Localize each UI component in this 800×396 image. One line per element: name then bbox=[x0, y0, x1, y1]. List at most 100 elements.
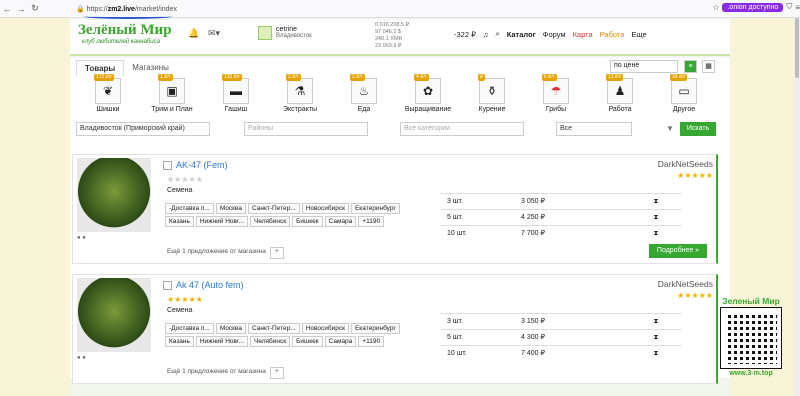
plus-button[interactable]: + bbox=[269, 247, 284, 259]
category-badge: 13 ₽/г bbox=[606, 74, 624, 81]
more-cities-tag[interactable]: +1190 bbox=[358, 336, 385, 347]
hourglass-icon: ⧗ bbox=[653, 214, 659, 221]
onion-button[interactable]: .onion доступно bbox=[722, 2, 784, 12]
seller-name[interactable]: DarkNetSeeds bbox=[613, 279, 713, 289]
url-host: zm2.live bbox=[107, 5, 135, 13]
city-tags: -Доставка п... Москва Санкт-Петер... Нов… bbox=[165, 323, 415, 347]
sort-select[interactable]: по цене bbox=[610, 60, 678, 73]
city-tag[interactable]: Москва bbox=[215, 323, 247, 334]
category-item[interactable]: ✿ 4 ₽/г Выращивание bbox=[398, 74, 458, 113]
category-item[interactable]: ♨ 2 ₽/г Еда bbox=[334, 74, 394, 113]
cart-value[interactable]: -322 ₽ bbox=[454, 30, 476, 39]
category-select[interactable]: Все категории bbox=[400, 122, 524, 136]
type-select[interactable]: Все bbox=[556, 122, 632, 136]
hourglass-icon: ⧗ bbox=[653, 230, 659, 237]
price-row[interactable]: 5 шт. 4 300 ₽ ⧗ bbox=[441, 329, 681, 345]
city-tag[interactable]: Казань bbox=[165, 336, 194, 347]
city-tag[interactable]: Бишкек bbox=[292, 216, 323, 227]
nav-forum[interactable]: Форум bbox=[543, 30, 566, 39]
user-menu[interactable]: cetrine Владивосток bbox=[258, 26, 312, 40]
category-item[interactable]: ❦ 172 ₽/г Шишки bbox=[78, 74, 138, 113]
music-icon[interactable]: ♫ bbox=[483, 30, 489, 39]
city-tag[interactable]: Челябинск bbox=[250, 336, 291, 347]
hourglass-icon: ⧗ bbox=[653, 334, 659, 341]
category-badge: 4 ₽/г bbox=[414, 74, 429, 81]
more-offers-text: Ещё 1 предложение от магазина bbox=[167, 248, 266, 255]
grid-view-icon[interactable]: ▦ bbox=[702, 60, 715, 73]
category-item[interactable]: ▭ 34 ₽/г Другое bbox=[654, 74, 714, 113]
product-card: ● ● AK-47 (Fem) ★★★★★ Семена -Доставка п… bbox=[72, 154, 718, 264]
category-item[interactable]: ♟ 13 ₽/г Работа bbox=[590, 74, 650, 113]
city-tag[interactable]: Самара bbox=[324, 336, 357, 347]
price-row[interactable]: 3 шт. 3 150 ₽ ⧗ bbox=[441, 313, 681, 329]
region-select[interactable]: Владивосток (Приморский край) bbox=[76, 122, 210, 136]
city-tag[interactable]: Новосибирск bbox=[301, 203, 349, 214]
list-view-icon[interactable]: ≡ bbox=[684, 60, 697, 73]
bookmark-icon[interactable]: ☆ bbox=[712, 3, 719, 12]
more-offers: Ещё 1 предложение от магазина + bbox=[167, 367, 284, 379]
price-row[interactable]: 10 шт. 7 700 ₽ ⧗ bbox=[441, 225, 681, 241]
category-item[interactable]: ⚗ 2 ₽/г Экстракты bbox=[270, 74, 330, 113]
category-item[interactable]: ⚱ ₽ Курение bbox=[462, 74, 522, 113]
city-tag[interactable]: Новосибирск bbox=[301, 323, 349, 334]
nav-map[interactable]: Карта bbox=[573, 30, 593, 39]
product-title[interactable]: AK-47 (Fem) bbox=[163, 160, 228, 171]
scrollbar-thumb[interactable] bbox=[795, 18, 799, 78]
city-tag[interactable]: Челябинск bbox=[250, 216, 291, 227]
plus-button[interactable]: + bbox=[269, 367, 284, 379]
details-button[interactable]: Подробнее » bbox=[649, 244, 707, 258]
city-tag[interactable]: Нижний Новг... bbox=[195, 216, 248, 227]
product-title[interactable]: Ak 47 (Auto fem) bbox=[163, 280, 244, 291]
logo[interactable]: Зелёный Мир клуб любителей каннабиса bbox=[78, 22, 172, 45]
city-tag[interactable]: Санкт-Петер... bbox=[248, 323, 300, 334]
category-label: Выращивание bbox=[404, 106, 452, 113]
product-icon bbox=[163, 281, 172, 291]
city-tag[interactable]: Казань bbox=[165, 216, 194, 227]
district-select[interactable]: Районы bbox=[244, 122, 368, 136]
shield-icon[interactable]: ⛉ bbox=[786, 2, 792, 12]
hash-icon: ▬ 132 ₽/г bbox=[222, 74, 249, 104]
nav-catalog[interactable]: Каталог bbox=[507, 30, 536, 39]
category-item[interactable]: ▬ 132 ₽/г Гашиш bbox=[206, 74, 266, 113]
product-image[interactable] bbox=[77, 158, 151, 232]
product-image[interactable] bbox=[77, 278, 151, 352]
city-tag[interactable]: -Доставка п... bbox=[165, 323, 214, 334]
site-header: Зелёный Мир клуб любителей каннабиса 🔔 ✉… bbox=[70, 20, 730, 56]
price-row[interactable]: 10 шт. 7 400 ₽ ⧗ bbox=[441, 345, 681, 361]
logo-title: Зелёный Мир bbox=[78, 22, 172, 38]
search-button[interactable]: Искать bbox=[680, 122, 716, 136]
city-tag[interactable]: Москва bbox=[215, 203, 247, 214]
category-badge: 1 ₽/г bbox=[158, 74, 173, 81]
balance-line: 240.1 XMR bbox=[375, 36, 403, 42]
forward-icon[interactable]: → bbox=[14, 4, 28, 14]
filter-icon[interactable]: ▼ bbox=[666, 124, 674, 133]
city-tag[interactable]: -Доставка п... bbox=[165, 203, 214, 214]
nav-more[interactable]: Еще bbox=[631, 30, 646, 39]
city-tag[interactable]: Бишкек bbox=[292, 336, 323, 347]
mail-icon[interactable]: ✉▾ bbox=[208, 28, 220, 39]
bottle-icon: ⚗ 2 ₽/г bbox=[286, 74, 313, 104]
ad-banner[interactable]: Зеленый Мир www.3-m.top bbox=[716, 296, 786, 377]
reload-icon[interactable]: ↻ bbox=[28, 3, 42, 14]
back-icon[interactable]: ← bbox=[0, 4, 14, 14]
search-icon[interactable]: ⌕ bbox=[496, 29, 500, 39]
category-item[interactable]: ▣ 1 ₽/г Трим и План bbox=[142, 74, 202, 113]
city-tag[interactable]: Самара bbox=[324, 216, 357, 227]
menu-icon[interactable]: ≡ bbox=[795, 3, 800, 12]
username: cetrine bbox=[276, 26, 298, 33]
category-badge: ₽ bbox=[478, 74, 486, 81]
city-tag[interactable]: Нижний Новг... bbox=[195, 336, 248, 347]
nav-work[interactable]: Работа bbox=[600, 30, 625, 39]
price-row[interactable]: 5 шт. 4 250 ₽ ⧗ bbox=[441, 209, 681, 225]
work-icon: ♟ 13 ₽/г bbox=[606, 74, 633, 104]
bell-icon[interactable]: 🔔 bbox=[188, 28, 199, 39]
price-row[interactable]: 3 шт. 3 050 ₽ ⧗ bbox=[441, 193, 681, 209]
city-tag[interactable]: Санкт-Петер... bbox=[248, 203, 300, 214]
more-cities-tag[interactable]: +1190 bbox=[358, 216, 385, 227]
seller-name[interactable]: DarkNetSeeds bbox=[613, 159, 713, 169]
city-tag[interactable]: Екатеринбург bbox=[350, 203, 400, 214]
city-tag[interactable]: Екатеринбург bbox=[350, 323, 400, 334]
balance-line: 23 063.9 ₽ bbox=[375, 43, 402, 49]
category-item[interactable]: ☂ 6 ₽/г Грибы bbox=[526, 74, 586, 113]
price-table: 3 шт. 3 150 ₽ ⧗ 5 шт. 4 300 ₽ ⧗ 10 шт. 7 400 … bbox=[441, 313, 681, 361]
